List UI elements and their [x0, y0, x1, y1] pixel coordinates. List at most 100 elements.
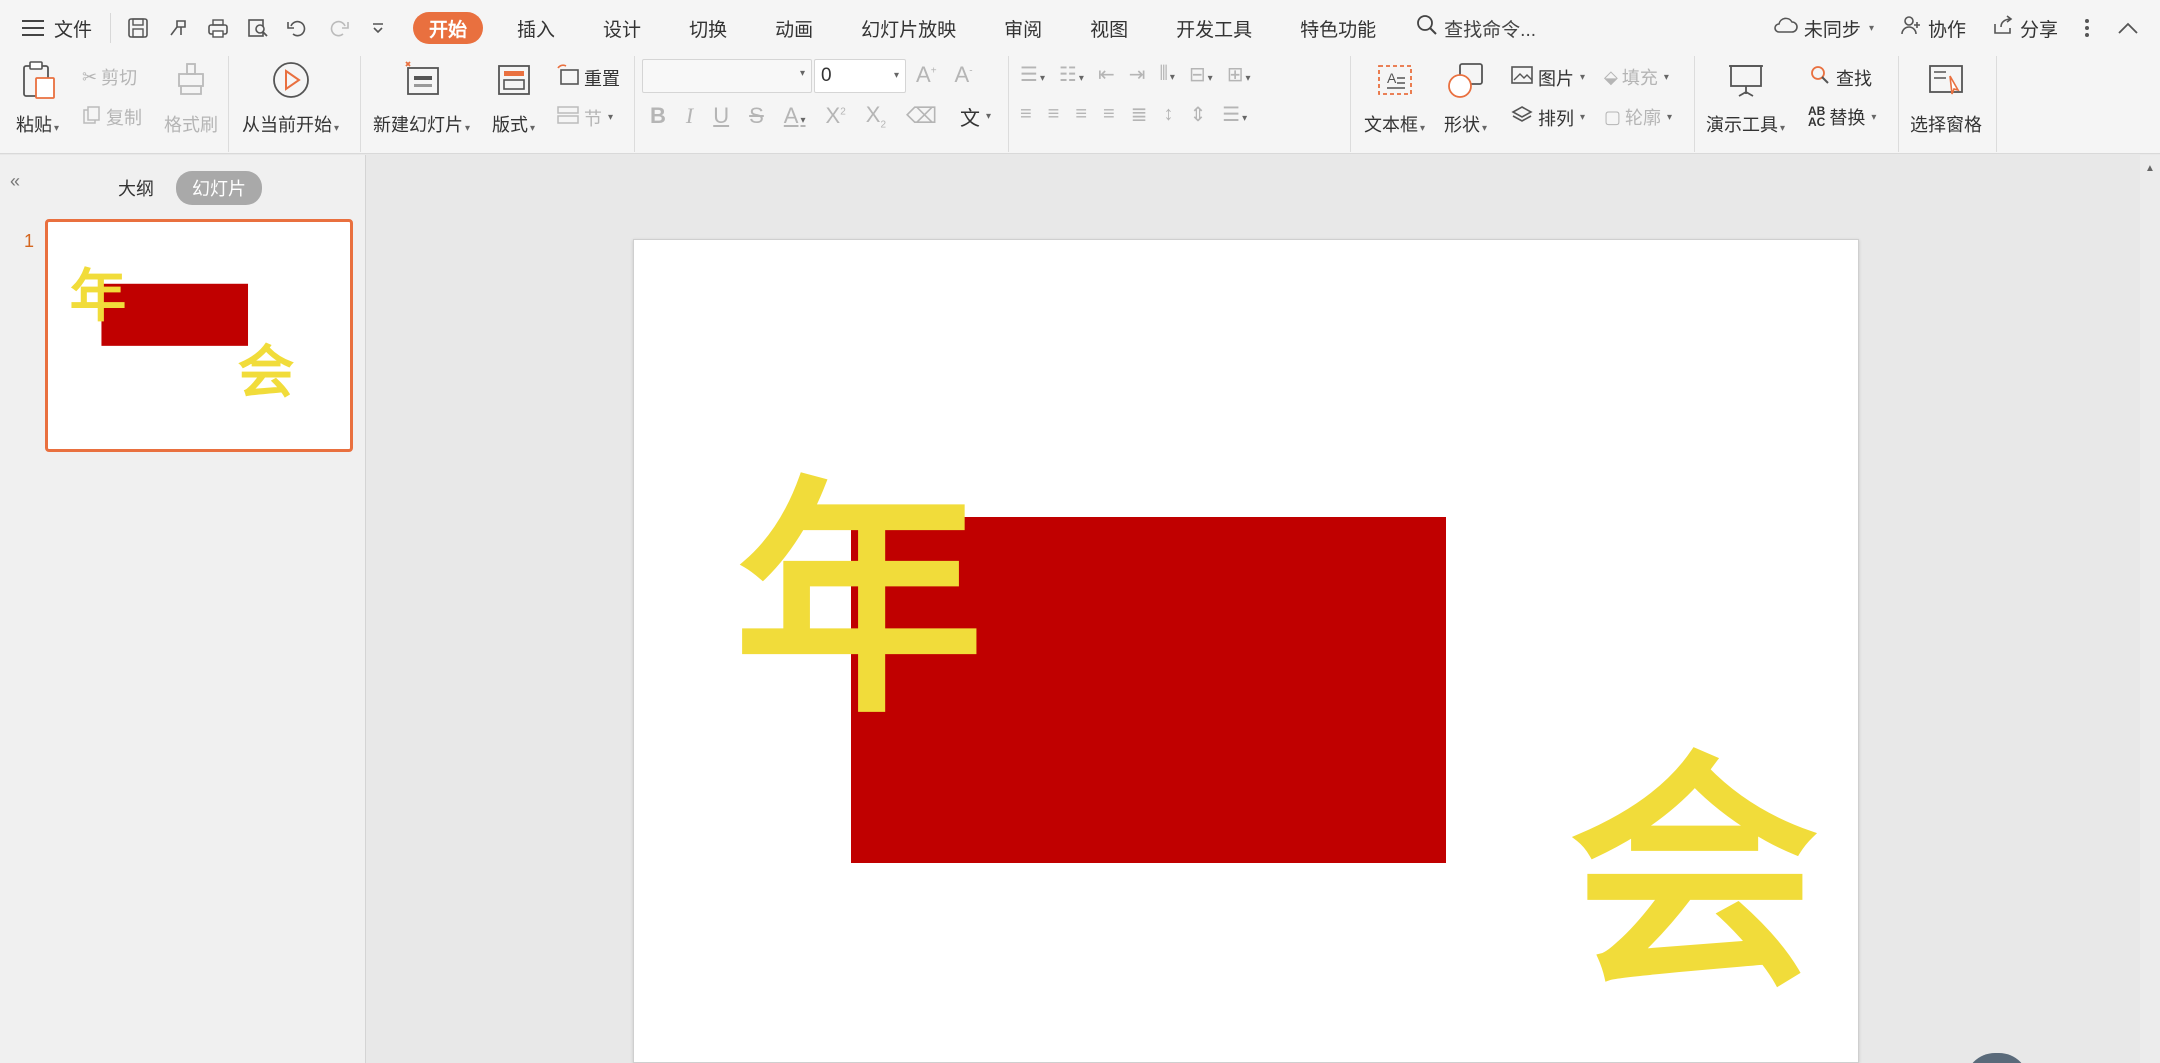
- distributed-icon[interactable]: ≣: [1131, 102, 1148, 127]
- bold-icon[interactable]: B: [650, 103, 666, 129]
- layers-icon: [1510, 104, 1534, 131]
- columns-icon[interactable]: ⫴ ▾: [1159, 63, 1174, 86]
- tab-design[interactable]: 设计: [579, 0, 665, 56]
- reset-icon: [556, 64, 580, 91]
- format-icon[interactable]: [165, 15, 191, 41]
- tab-slides[interactable]: 幻灯片: [176, 171, 262, 205]
- tab-outline[interactable]: 大纲: [108, 171, 164, 205]
- tab-slideshow[interactable]: 幻灯片放映: [837, 0, 980, 56]
- align-text-icon[interactable]: ⊞ ▾: [1227, 62, 1251, 87]
- reset-label: 重置: [584, 68, 620, 89]
- tab-animations[interactable]: 动画: [751, 0, 837, 56]
- tab-special-features[interactable]: 特色功能: [1276, 0, 1400, 56]
- tab-view[interactable]: 视图: [1066, 0, 1152, 56]
- tab-home[interactable]: 开始: [413, 12, 484, 44]
- font-color-icon[interactable]: A ▾: [784, 103, 806, 129]
- slide-canvas[interactable]: 年 会: [633, 239, 1859, 1063]
- section-label: 节: [584, 108, 602, 129]
- slide-number: 1: [24, 231, 35, 251]
- play-from-current-button[interactable]: 从当前开始 ▾: [242, 60, 339, 137]
- calligraphy-year[interactable]: 年: [734, 456, 984, 747]
- align-left-icon[interactable]: ≡: [1020, 103, 1032, 126]
- font-size-adjust: A+ A-: [916, 62, 973, 88]
- ribbon-separator: [228, 56, 229, 152]
- thumbnail-preview: 年 会: [70, 263, 295, 405]
- justify-icon[interactable]: ≡: [1103, 103, 1115, 126]
- outline-button[interactable]: ▢ 轮廓 ▾: [1604, 104, 1672, 130]
- command-search[interactable]: 查找命令...: [1416, 14, 1536, 42]
- new-slide-label: 新建幻灯片: [373, 115, 463, 135]
- new-slide-button[interactable]: 新建幻灯片 ▾: [373, 60, 470, 137]
- italic-icon[interactable]: I: [686, 103, 693, 129]
- text-direction-icon[interactable]: ⊟ ▾: [1189, 62, 1213, 87]
- customize-qat-icon[interactable]: [365, 15, 391, 41]
- increase-font-icon[interactable]: A+: [916, 62, 937, 88]
- increase-indent-icon[interactable]: ⇥: [1129, 62, 1146, 87]
- layout-icon: [494, 60, 534, 105]
- more-options-icon[interactable]: [2084, 17, 2090, 39]
- picture-button[interactable]: 图片 ▾: [1510, 64, 1585, 91]
- font-size-value: 0: [821, 65, 832, 86]
- save-icon[interactable]: [125, 15, 151, 41]
- tab-review[interactable]: 审阅: [980, 0, 1066, 56]
- underline-icon[interactable]: U: [713, 103, 729, 129]
- slide-content: 年 会: [734, 456, 1819, 1021]
- fill-button[interactable]: ⬙ 填充 ▾: [1604, 64, 1669, 90]
- print-preview-icon[interactable]: [245, 15, 271, 41]
- redo-icon[interactable]: [325, 15, 351, 41]
- reset-button[interactable]: 重置: [556, 64, 620, 91]
- tab-transitions[interactable]: 切换: [665, 0, 751, 56]
- ribbon-separator: [1350, 56, 1351, 152]
- list-options-icon[interactable]: ☰ ▾: [1222, 102, 1247, 127]
- fill-label: 填充: [1621, 68, 1658, 88]
- format-painter-button[interactable]: 格式刷: [164, 60, 218, 137]
- numbered-list-icon[interactable]: ☷ ▾: [1059, 62, 1084, 87]
- print-icon[interactable]: [205, 15, 231, 41]
- cut-button[interactable]: ✂ 剪切: [82, 64, 137, 90]
- slide-thumbnail[interactable]: 年 会: [45, 219, 353, 452]
- collapse-ribbon-icon[interactable]: [2116, 20, 2140, 36]
- replace-button[interactable]: AB AC 替换 ▾: [1808, 104, 1876, 130]
- copy-button[interactable]: 复制: [82, 104, 142, 130]
- ribbon-tabs: 开始 插入 设计 切换 动画 幻灯片放映 审阅 视图 开发工具 特色功能: [413, 0, 1400, 56]
- shape-button[interactable]: 形状 ▾: [1444, 60, 1487, 137]
- section-button[interactable]: 节 ▾: [556, 104, 613, 131]
- align-right-icon[interactable]: ≡: [1075, 103, 1087, 126]
- align-center-icon[interactable]: ≡: [1048, 103, 1060, 126]
- selection-pane-icon: [1926, 60, 1966, 105]
- decrease-font-icon[interactable]: A-: [955, 62, 973, 88]
- cloud-icon: [1772, 15, 1798, 41]
- tab-insert[interactable]: 插入: [493, 0, 579, 56]
- arrange-button[interactable]: 排列 ▾: [1510, 104, 1585, 131]
- paste-button[interactable]: 粘贴 ▾: [16, 60, 59, 137]
- bullet-list-icon[interactable]: ☰ ▾: [1020, 62, 1045, 87]
- vertical-scrollbar[interactable]: ▲: [2140, 155, 2160, 1063]
- calligraphy-meeting[interactable]: 会: [1569, 730, 1819, 1021]
- font-family-select[interactable]: ▾: [642, 59, 812, 93]
- layout-label: 版式: [492, 115, 528, 135]
- file-menu[interactable]: 文件: [0, 0, 92, 56]
- decrease-indent-icon[interactable]: ⇤: [1098, 62, 1115, 87]
- strikethrough-icon[interactable]: S: [749, 103, 764, 129]
- sync-button[interactable]: 未同步 ▾: [1772, 15, 1874, 42]
- tab-developer[interactable]: 开发工具: [1152, 0, 1276, 56]
- font-size-select[interactable]: 0 ▾: [814, 59, 906, 93]
- format-painter-label: 格式刷: [164, 115, 218, 135]
- presentation-tools-button[interactable]: 演示工具 ▾: [1706, 60, 1785, 137]
- superscript-icon[interactable]: X2: [826, 103, 846, 129]
- collapse-panel-icon[interactable]: «: [10, 171, 20, 192]
- undo-icon[interactable]: [285, 15, 311, 41]
- sync-label: 未同步: [1803, 19, 1861, 41]
- scroll-up-icon[interactable]: ▲: [2145, 163, 2155, 174]
- paragraph-spacing-icon[interactable]: ⇕: [1189, 102, 1206, 127]
- line-spacing-icon[interactable]: ↕: [1163, 103, 1173, 126]
- text-box-button[interactable]: A 文本框 ▾: [1364, 60, 1425, 137]
- eraser-icon[interactable]: ⌫: [906, 103, 937, 129]
- selection-pane-button[interactable]: 选择窗格: [1910, 60, 1982, 137]
- share-button[interactable]: 分享: [1992, 14, 2058, 42]
- phonetic-guide-button[interactable]: 文 ▾: [960, 102, 991, 131]
- layout-button[interactable]: 版式 ▾: [492, 60, 535, 137]
- find-button[interactable]: 查找: [1808, 64, 1872, 91]
- collaborate-button[interactable]: 协作: [1900, 14, 1966, 42]
- subscript-icon[interactable]: X2: [866, 102, 886, 130]
